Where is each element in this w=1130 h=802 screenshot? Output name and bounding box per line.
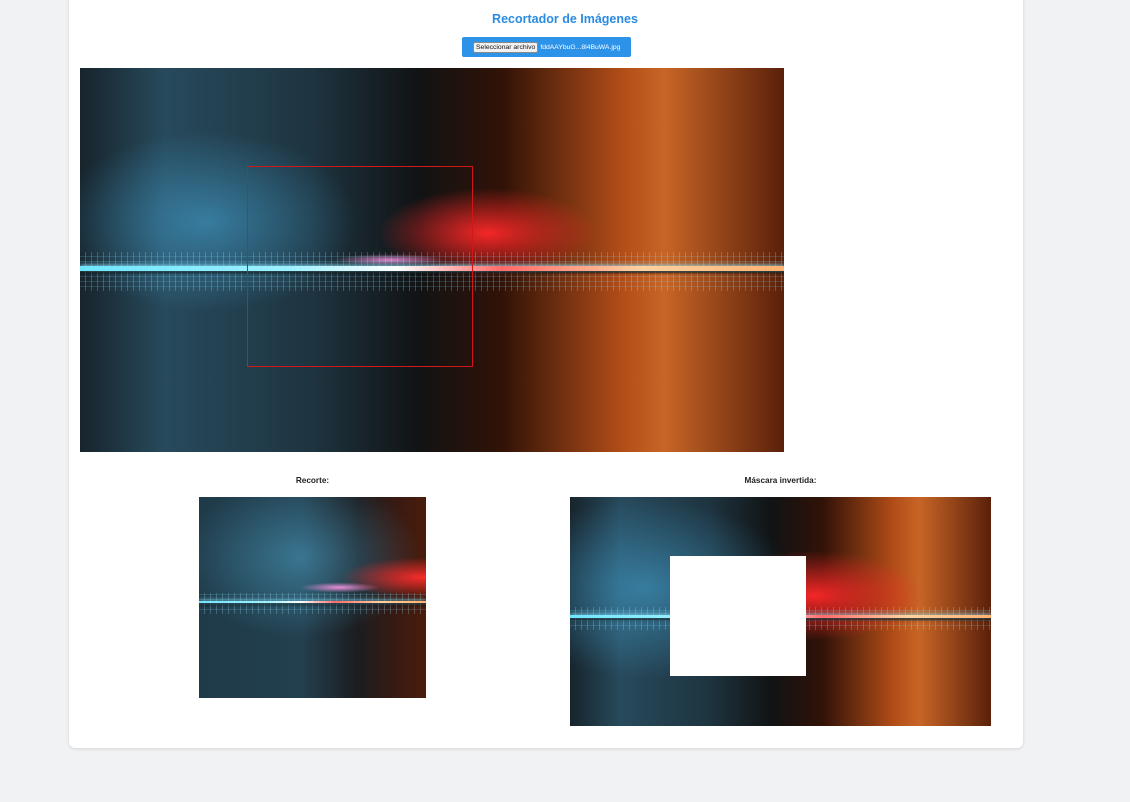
mask-cutout bbox=[670, 556, 806, 676]
mask-caption: Máscara invertida: bbox=[744, 476, 817, 485]
selected-file-name: fddAAYbuG...8l4BuWA.jpg bbox=[540, 44, 621, 51]
crop-selection-box[interactable] bbox=[247, 166, 473, 367]
choose-file-button[interactable]: Seleccionar archivo bbox=[473, 42, 539, 53]
file-input[interactable]: Seleccionar archivo fddAAYbuG...8l4BuWA.j… bbox=[462, 37, 631, 57]
cropped-image bbox=[199, 497, 426, 698]
crop-caption: Recorte: bbox=[295, 476, 330, 485]
page-title: Recortador de Imágenes bbox=[492, 12, 638, 26]
